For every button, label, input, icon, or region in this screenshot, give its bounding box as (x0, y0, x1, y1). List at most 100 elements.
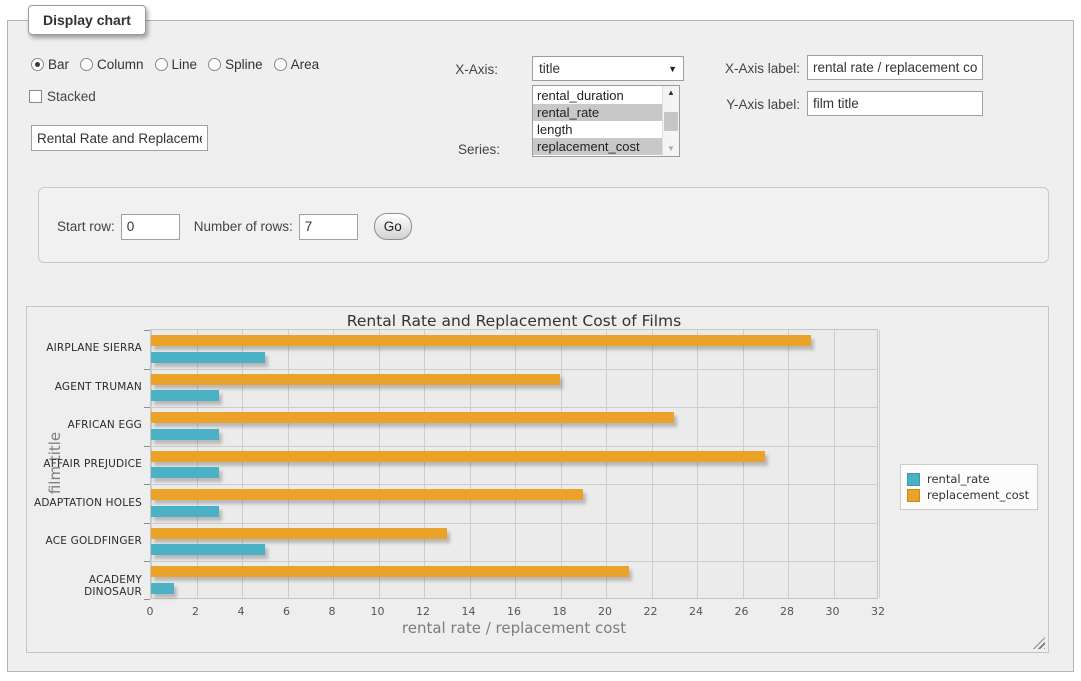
x-axis-caption: X-Axis: (403, 62, 498, 77)
scroll-down-icon[interactable]: ▼ (663, 142, 679, 156)
radio-label: Bar (48, 57, 69, 72)
chart-title-input[interactable] (31, 125, 208, 151)
y-axis-tick (144, 330, 150, 331)
radio-icon[interactable] (80, 58, 93, 71)
series-option-length[interactable]: length (533, 121, 662, 138)
panel-title: Display chart (28, 5, 146, 35)
x-axis-tick-label: 24 (681, 605, 711, 618)
x-axis-tick-label: 20 (590, 605, 620, 618)
gridline (561, 330, 562, 598)
category-label: AIRPLANE SIERRA (29, 342, 142, 354)
bar-replacement-cost (151, 451, 765, 462)
bar-replacement-cost (151, 374, 560, 385)
y-axis-label-caption: Y-Axis label: (625, 97, 800, 112)
bar-rental-rate (151, 583, 174, 594)
bar-rental-rate (151, 429, 219, 440)
bar-replacement-cost (151, 335, 811, 346)
legend-label: replacement_cost (927, 488, 1029, 502)
bar-replacement-cost (151, 528, 447, 539)
series-option-replacement_cost[interactable]: replacement_cost (533, 138, 662, 155)
scrollbar-thumb[interactable] (664, 112, 678, 131)
gridline (697, 330, 698, 598)
display-chart-panel: Display chart BarColumnLineSplineArea St… (7, 20, 1074, 672)
category-label: ADAPTATION HOLES (29, 497, 142, 509)
gridline (151, 369, 877, 370)
gridline (652, 330, 653, 598)
legend-label: rental_rate (927, 472, 990, 486)
gridline (879, 330, 880, 598)
rows-form: Start row: Number of rows: Go (38, 187, 1049, 263)
x-axis-tick-label: 30 (818, 605, 848, 618)
resize-grip-icon[interactable] (1033, 637, 1045, 649)
gridline (242, 330, 243, 598)
x-axis-tick-label: 6 (272, 605, 302, 618)
bar-rental-rate (151, 467, 219, 478)
chart-type-radio-spline[interactable]: Spline (208, 57, 263, 72)
x-axis-label-caption: X-Axis label: (625, 61, 800, 76)
gridline (151, 523, 877, 524)
category-label: AFRICAN EGG (29, 419, 142, 431)
radio-icon[interactable] (274, 58, 287, 71)
gridline (151, 561, 877, 562)
x-axis-tick-label: 8 (317, 605, 347, 618)
radio-label: Spline (225, 57, 263, 72)
gridline (743, 330, 744, 598)
chart-type-radio-group: Bar Column Line Spline Area (31, 57, 330, 72)
chart-type-radio-bar[interactable]: Bar (31, 57, 69, 72)
gridline (788, 330, 789, 598)
gridline (151, 330, 152, 598)
chart-type-radio-line[interactable]: Line (155, 57, 198, 72)
category-label: AGENT TRUMAN (29, 381, 142, 393)
gridline (197, 330, 198, 598)
stacked-checkbox-row[interactable]: Stacked (29, 89, 96, 104)
chart-title: Rental Rate and Replacement Cost of Film… (150, 312, 878, 330)
chart-container: Rental Rate and Replacement Cost of Film… (26, 306, 1049, 653)
gridline (470, 330, 471, 598)
start-row-label: Start row: (57, 219, 115, 234)
gridline (424, 330, 425, 598)
chart-type-radio-area[interactable]: Area (274, 57, 320, 72)
gridline (379, 330, 380, 598)
radio-icon[interactable] (155, 58, 168, 71)
x-axis-tick-label: 22 (636, 605, 666, 618)
category-label: ACE GOLDFINGER (29, 535, 142, 547)
chart-legend: rental_rate replacement_cost (900, 464, 1038, 510)
gridline (333, 330, 334, 598)
legend-swatch (907, 489, 920, 502)
x-axis-tick-label: 18 (545, 605, 575, 618)
y-axis-tick (144, 446, 150, 447)
radio-icon[interactable] (31, 58, 44, 71)
category-label: ACADEMY DINOSAUR (29, 574, 142, 598)
y-axis-tick (144, 369, 150, 370)
y-axis-label-input[interactable] (807, 91, 983, 116)
stacked-checkbox[interactable] (29, 90, 42, 103)
legend-item-rental-rate: rental_rate (907, 472, 1029, 486)
category-label: AFFAIR PREJUDICE (29, 458, 142, 470)
x-axis-tick-label: 14 (454, 605, 484, 618)
x-axis-label-input[interactable] (807, 55, 983, 80)
x-axis-tick-label: 12 (408, 605, 438, 618)
bar-rental-rate (151, 390, 219, 401)
y-axis-tick (144, 484, 150, 485)
series-listbox[interactable]: rental_durationrental_ratelengthreplacem… (532, 85, 680, 157)
go-button[interactable]: Go (374, 213, 412, 240)
bar-replacement-cost (151, 566, 629, 577)
legend-item-replacement-cost: replacement_cost (907, 488, 1029, 502)
start-row-input[interactable] (121, 214, 180, 240)
x-axis-tick-label: 2 (181, 605, 211, 618)
radio-label: Area (291, 57, 320, 72)
number-of-rows-input[interactable] (299, 214, 358, 240)
gridline (834, 330, 835, 598)
chart-x-axis-title: rental rate / replacement cost (150, 619, 878, 637)
chart-type-radio-column[interactable]: Column (80, 57, 144, 72)
gridline (151, 407, 877, 408)
x-axis-tick-label: 4 (226, 605, 256, 618)
gridline (288, 330, 289, 598)
radio-label: Column (97, 57, 144, 72)
radio-icon[interactable] (208, 58, 221, 71)
x-axis-tick-label: 26 (727, 605, 757, 618)
bar-rental-rate (151, 506, 219, 517)
gridline (151, 484, 877, 485)
bar-replacement-cost (151, 412, 674, 423)
bar-rental-rate (151, 352, 265, 363)
